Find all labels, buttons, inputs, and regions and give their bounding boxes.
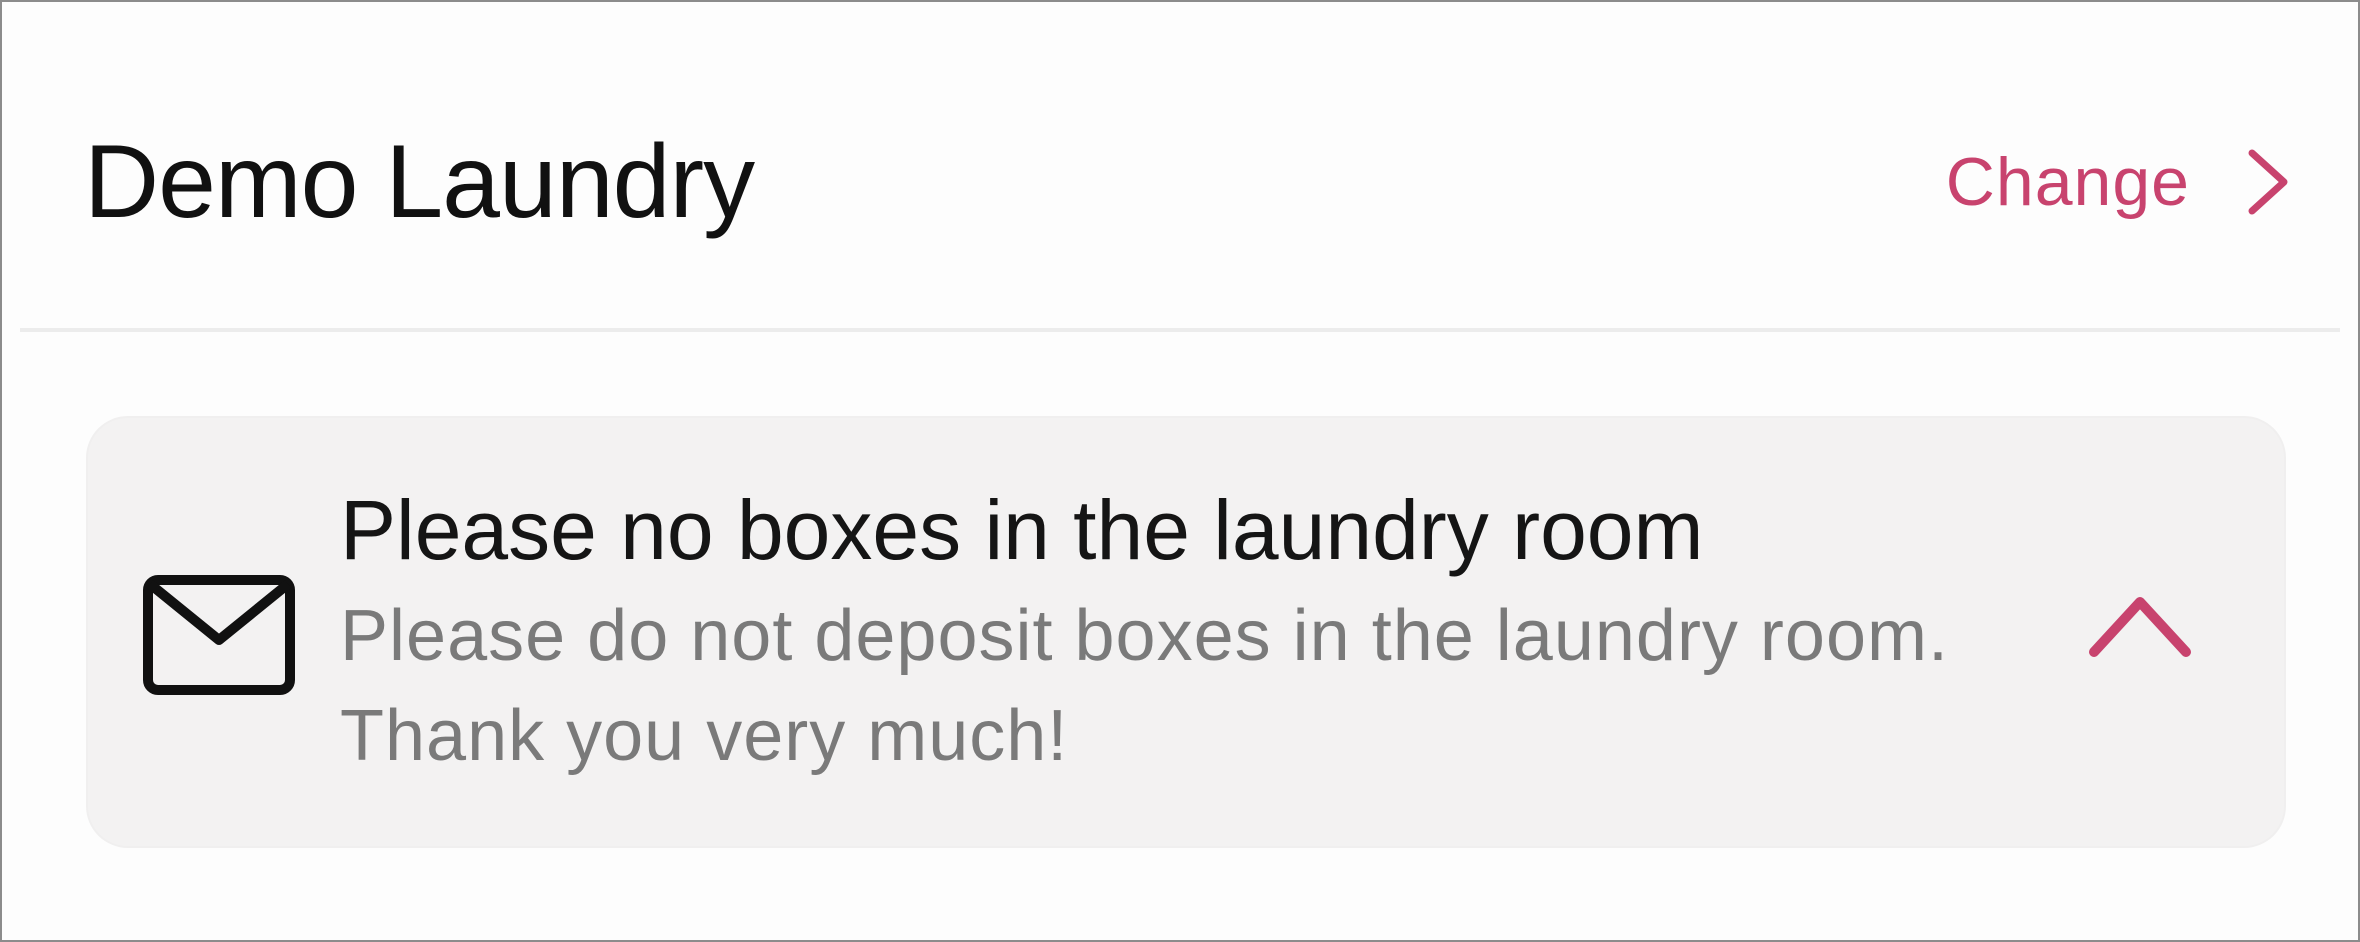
laundry-name: Demo Laundry	[84, 124, 755, 240]
header-divider	[20, 328, 2340, 332]
notice-card[interactable]: Please no boxes in the laundry room Plea…	[88, 418, 2284, 846]
mail-icon	[143, 575, 295, 695]
laundry-header: Demo Laundry Change	[2, 2, 2358, 330]
laundry-panel: Demo Laundry Change Please no boxes in t…	[0, 0, 2360, 942]
change-label: Change	[1945, 144, 2190, 220]
notice-body: Please do not deposit boxes in the laund…	[340, 596, 1949, 776]
change-laundry-button[interactable]: Change	[1946, 142, 2296, 222]
chevron-up-icon[interactable]	[2086, 588, 2194, 662]
notice-title: Please no boxes in the laundry room	[340, 483, 1704, 577]
chevron-right-icon	[2248, 149, 2288, 215]
